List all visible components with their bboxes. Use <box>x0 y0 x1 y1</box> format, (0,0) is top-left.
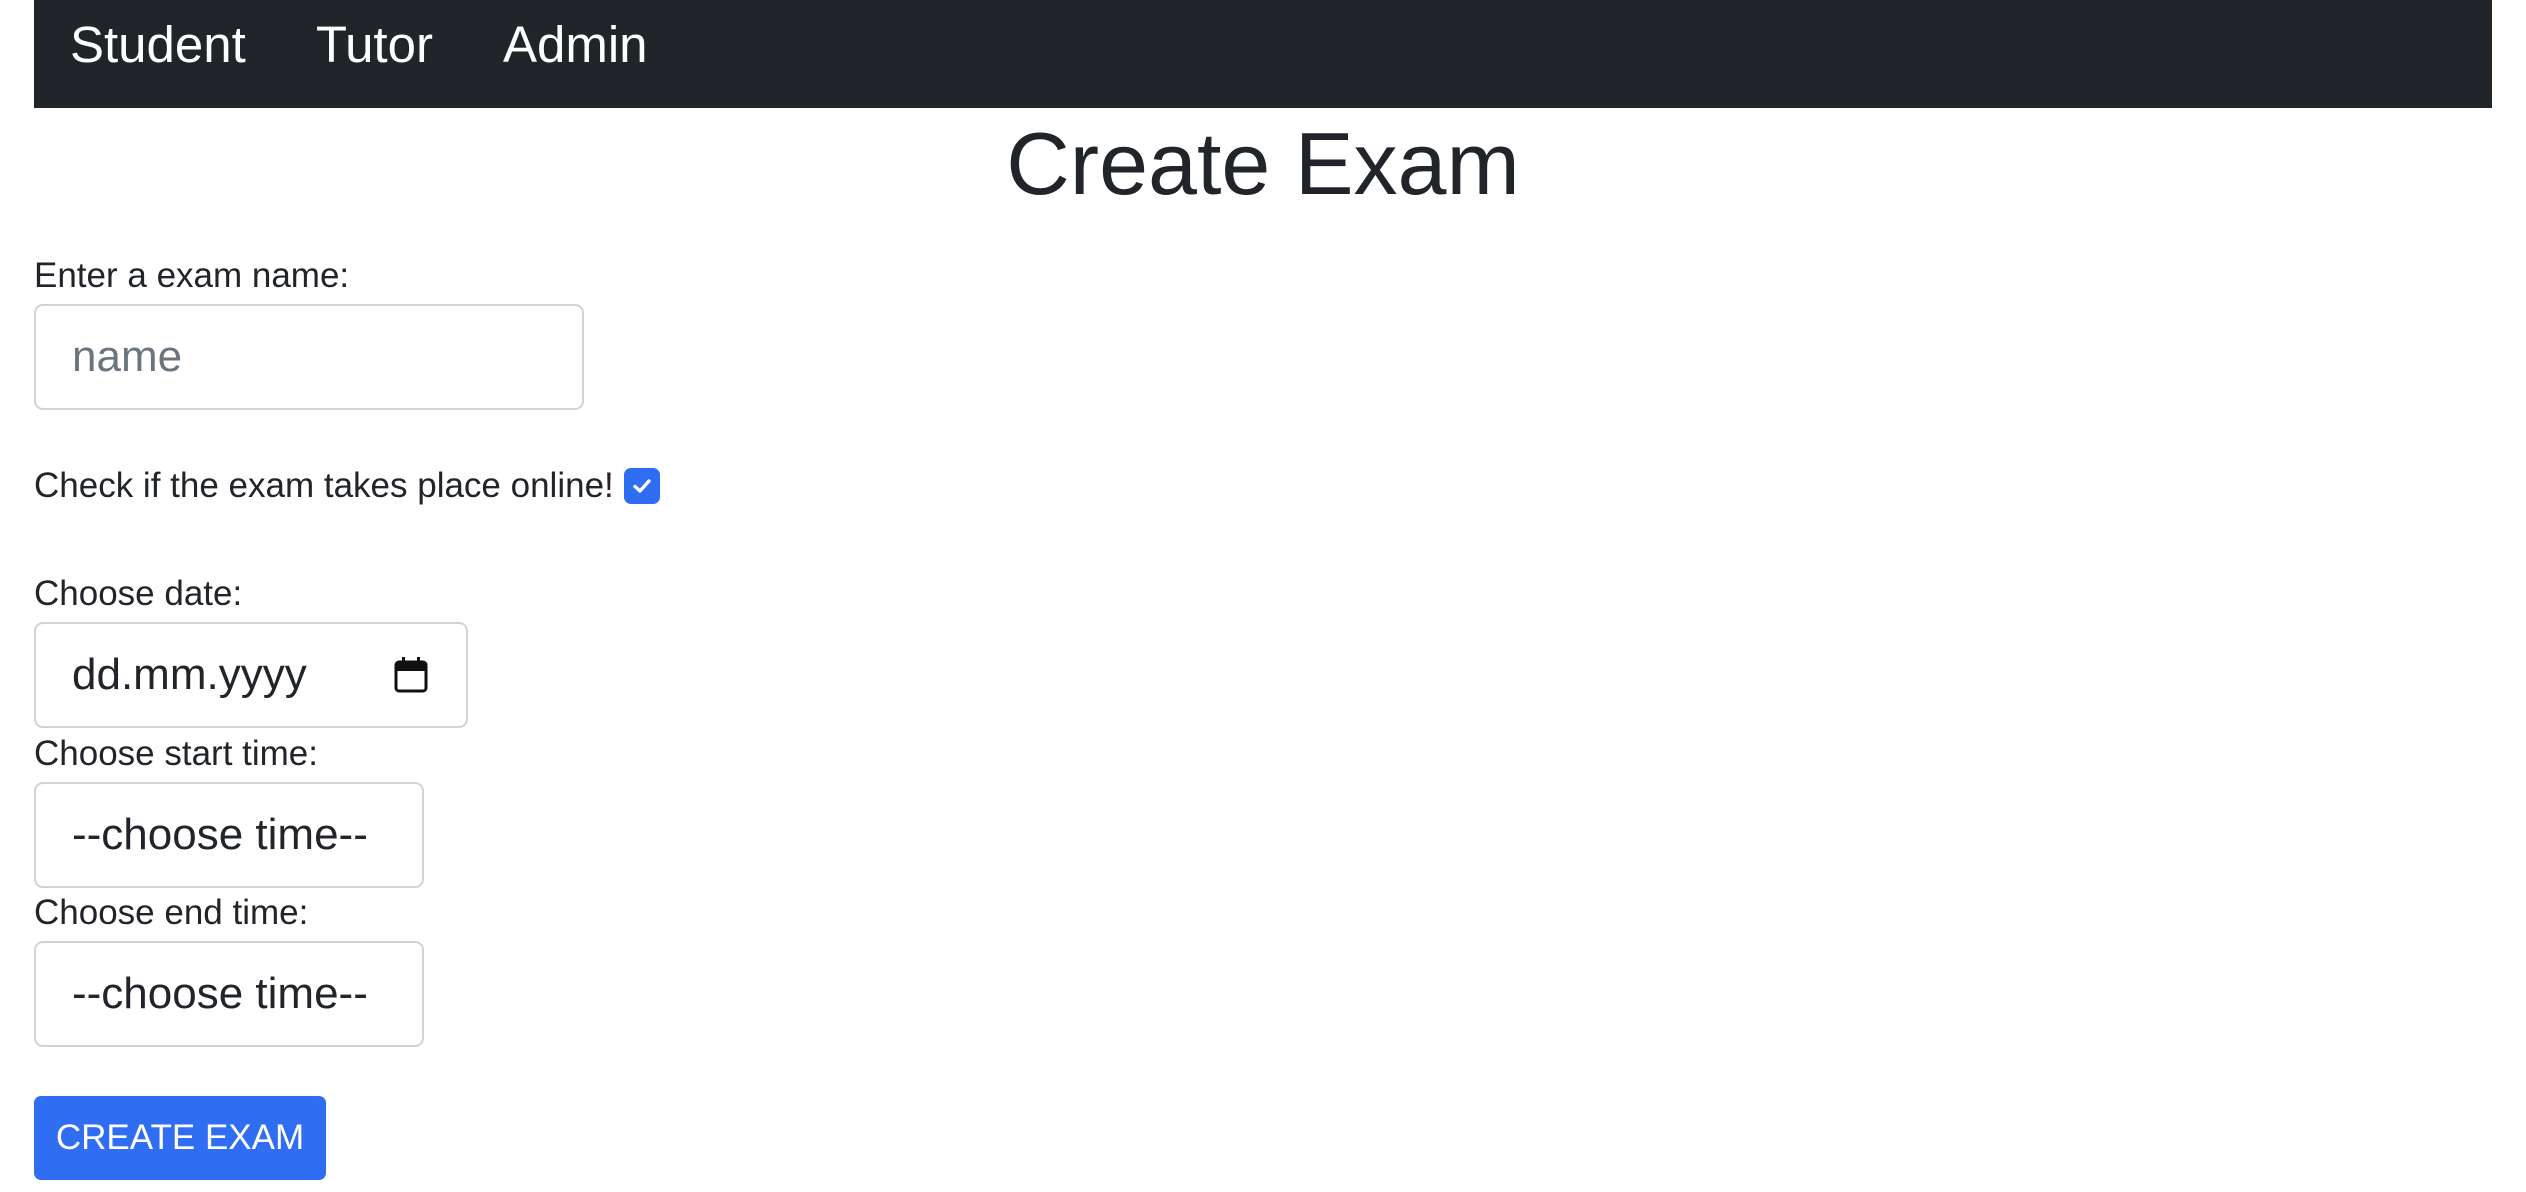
start-time-label: Choose start time: <box>34 734 318 773</box>
check-icon <box>633 479 651 493</box>
exam-name-input[interactable] <box>72 332 546 382</box>
start-time-input[interactable]: --choose time-- <box>34 782 424 888</box>
nav-link-admin[interactable]: Admin <box>503 19 648 70</box>
page: Student Tutor Admin Create Exam Enter a … <box>0 0 2526 1192</box>
end-time-label: Choose end time: <box>34 893 309 932</box>
page-title: Create Exam <box>1006 114 1520 213</box>
end-time-value: --choose time-- <box>72 969 368 1018</box>
nav-link-student[interactable]: Student <box>70 19 246 70</box>
navbar: Student Tutor Admin <box>34 0 2492 108</box>
date-input[interactable]: dd.mm.yyyy <box>34 622 468 728</box>
online-checkbox-row: Check if the exam takes place online! <box>34 466 660 506</box>
date-input-value: dd.mm.yyyy <box>72 650 307 699</box>
end-time-input[interactable]: --choose time-- <box>34 941 424 1047</box>
exam-name-field-box <box>34 304 584 410</box>
exam-name-label: Enter a exam name: <box>34 256 350 295</box>
online-checkbox[interactable] <box>623 468 660 504</box>
calendar-icon[interactable] <box>392 656 430 694</box>
nav-link-tutor[interactable]: Tutor <box>316 19 433 70</box>
online-checkbox-label: Check if the exam takes place online! <box>34 466 614 505</box>
date-label: Choose date: <box>34 574 243 613</box>
create-exam-button[interactable]: CREATE EXAM <box>34 1096 326 1180</box>
start-time-value: --choose time-- <box>72 810 368 859</box>
